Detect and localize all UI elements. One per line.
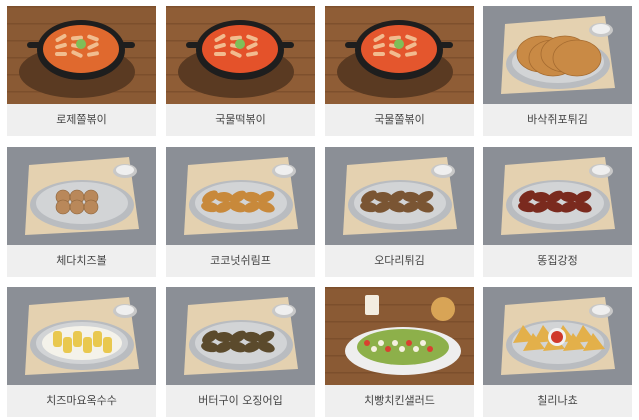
menu-item-label: 오다리튀김: [325, 245, 474, 277]
menu-item-card[interactable]: 체다치즈볼: [7, 147, 156, 277]
menu-item-label: 똥집강정: [483, 245, 632, 277]
menu-item-label: 코코넛쉬림프: [166, 245, 315, 277]
menu-item-card[interactable]: 국물떡볶이: [166, 6, 315, 136]
menu-item-label: 치즈마요옥수수: [7, 385, 156, 417]
dish-image: [325, 287, 474, 385]
menu-item-card[interactable]: 로제쫄볶이: [7, 6, 156, 136]
dish-image: [325, 6, 474, 104]
menu-item-photo[interactable]: [325, 6, 474, 104]
dish-image: [483, 287, 632, 385]
menu-grid: 로제쫄볶이 국물떡볶이 국물쫄볶이 바삭쥐포튀김체다치즈볼 코코넛쉬림프 오다리튀김 똥집강…: [0, 0, 639, 420]
menu-item-card[interactable]: 치즈마요옥수수: [7, 287, 156, 417]
dish-image: [166, 287, 315, 385]
dish-image: [325, 147, 474, 245]
menu-item-photo[interactable]: [483, 6, 632, 104]
menu-item-label: 국물떡볶이: [166, 104, 315, 136]
dish-image: [7, 147, 156, 245]
menu-item-card[interactable]: 버터구이 오징어입: [166, 287, 315, 417]
menu-item-label: 칠리나쵸: [483, 385, 632, 417]
menu-item-photo[interactable]: [7, 147, 156, 245]
menu-item-photo[interactable]: [483, 147, 632, 245]
dish-image: [166, 6, 315, 104]
menu-item-photo[interactable]: [7, 287, 156, 385]
menu-item-label: 버터구이 오징어입: [166, 385, 315, 417]
menu-item-label: 바삭쥐포튀김: [483, 104, 632, 136]
menu-item-card[interactable]: 국물쫄볶이: [325, 6, 474, 136]
menu-item-card[interactable]: 오다리튀김: [325, 147, 474, 277]
menu-item-card[interactable]: 칠리나쵸: [483, 287, 632, 417]
menu-item-photo[interactable]: [325, 287, 474, 385]
dish-image: [7, 287, 156, 385]
menu-item-photo[interactable]: [166, 147, 315, 245]
dish-image: [483, 6, 632, 104]
menu-item-label: 체다치즈볼: [7, 245, 156, 277]
menu-item-label: 국물쫄볶이: [325, 104, 474, 136]
menu-item-card[interactable]: 코코넛쉬림프: [166, 147, 315, 277]
menu-item-label: 치빵치킨샐러드: [325, 385, 474, 417]
menu-item-photo[interactable]: [325, 147, 474, 245]
dish-image: [166, 147, 315, 245]
menu-item-label: 로제쫄볶이: [7, 104, 156, 136]
menu-item-photo[interactable]: [483, 287, 632, 385]
menu-item-card[interactable]: 치빵치킨샐러드: [325, 287, 474, 417]
menu-item-photo[interactable]: [7, 6, 156, 104]
dish-image: [7, 6, 156, 104]
menu-item-card[interactable]: 똥집강정: [483, 147, 632, 277]
menu-item-card[interactable]: 바삭쥐포튀김: [483, 6, 632, 136]
menu-item-photo[interactable]: [166, 6, 315, 104]
dish-image: [483, 147, 632, 245]
menu-item-photo[interactable]: [166, 287, 315, 385]
